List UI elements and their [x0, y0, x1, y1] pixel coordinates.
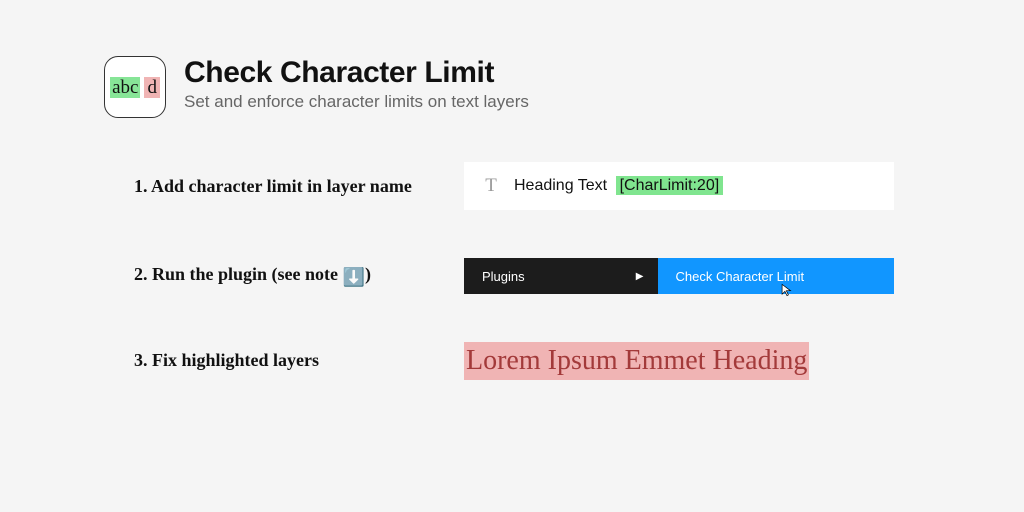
step-1-row: 1. Add character limit in layer name T H…: [104, 162, 920, 210]
step-3-label: 3. Fix highlighted layers: [104, 350, 464, 371]
step-3-row: 3. Fix highlighted layers Lorem Ipsum Em…: [104, 342, 920, 380]
menu-parent-label: Plugins: [482, 269, 525, 284]
menu-bar: Plugins ▶ Check Character Limit: [464, 258, 894, 294]
menu-item[interactable]: Check Character Limit: [658, 258, 895, 294]
cursor-icon: [780, 283, 794, 297]
step-2-label: 2. Run the plugin (see note ⬇️): [104, 264, 464, 288]
app-icon-sample: abcd: [110, 77, 160, 98]
char-limit-tag: [CharLimit:20]: [616, 176, 724, 195]
page: abcd Check Character Limit Set and enfor…: [0, 0, 1024, 420]
step-1-visual: T Heading Text [CharLimit:20]: [464, 162, 920, 210]
menu-item-label: Check Character Limit: [676, 269, 805, 284]
down-arrow-icon: ⬇️: [343, 267, 365, 288]
app-icon-ok-text: abc: [110, 77, 140, 98]
title-block: Check Character Limit Set and enforce ch…: [184, 56, 529, 112]
menu-parent[interactable]: Plugins ▶: [464, 258, 658, 294]
header: abcd Check Character Limit Set and enfor…: [104, 56, 920, 118]
step-2-visual: Plugins ▶ Check Character Limit: [464, 258, 920, 294]
app-icon-over-text: d: [144, 77, 160, 98]
step-1-label: 1. Add character limit in layer name: [104, 176, 464, 197]
layer-name-field: Heading Text [CharLimit:20]: [514, 177, 723, 195]
page-subtitle: Set and enforce character limits on text…: [184, 92, 529, 112]
highlighted-layer-example: Lorem Ipsum Emmet Heading: [464, 342, 809, 380]
page-title: Check Character Limit: [184, 56, 529, 90]
layer-name-text: Heading Text: [514, 177, 607, 194]
text-layer-icon: T: [482, 175, 500, 197]
step-2-row: 2. Run the plugin (see note ⬇️) Plugins …: [104, 258, 920, 294]
submenu-arrow-icon: ▶: [636, 271, 644, 282]
app-icon: abcd: [104, 56, 166, 118]
layer-panel: T Heading Text [CharLimit:20]: [464, 162, 894, 210]
step-3-visual: Lorem Ipsum Emmet Heading: [464, 342, 920, 380]
